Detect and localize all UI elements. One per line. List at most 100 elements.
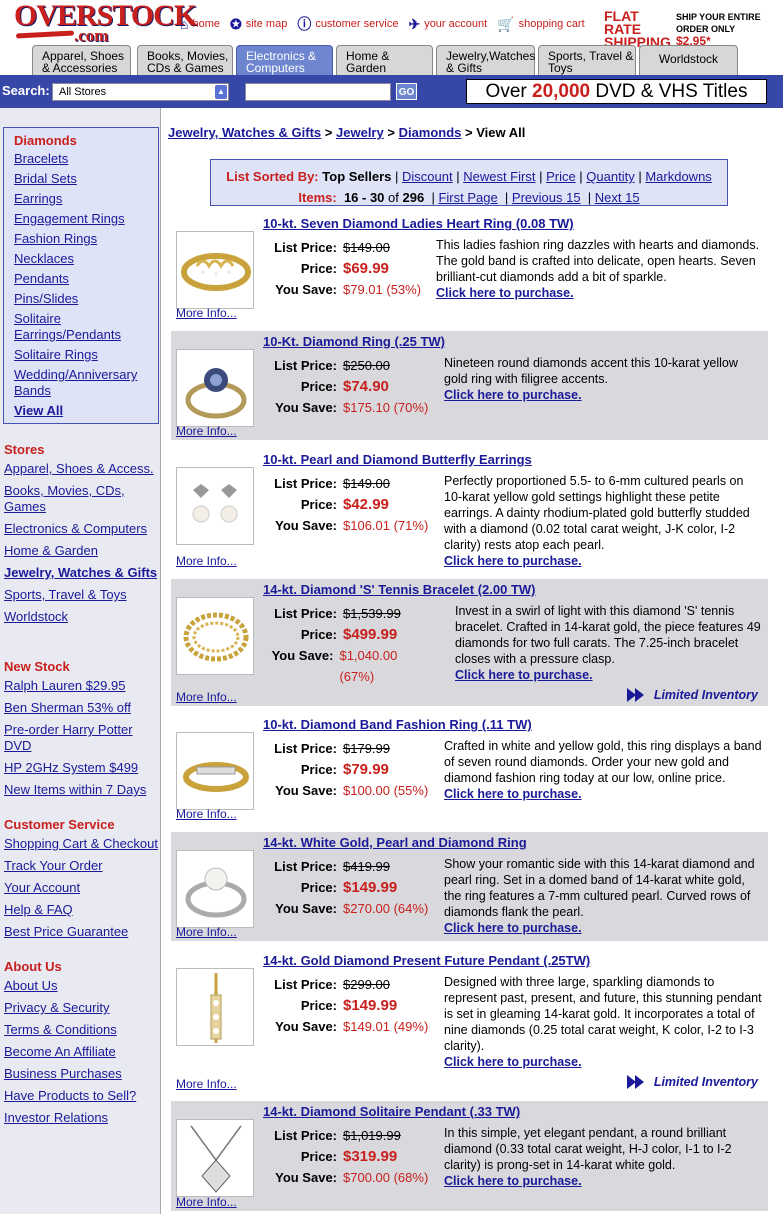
breadcrumb-link-jewelry[interactable]: Jewelry (336, 125, 384, 140)
purchase-link[interactable]: Click here to purchase. (455, 667, 763, 683)
purchase-link[interactable]: Click here to purchase. (444, 920, 762, 936)
breadcrumb-link-jewelry-watches-gifts[interactable]: Jewelry, Watches & Gifts (168, 125, 321, 140)
pearl-ring-image[interactable] (176, 850, 254, 928)
tab-home-garden[interactable]: Home & Garden (336, 45, 433, 75)
view-all-link[interactable]: View All (14, 403, 158, 419)
sidebar-link-investor-relations[interactable]: Investor Relations (4, 1110, 158, 1126)
category-link-earrings[interactable]: Earrings (14, 191, 158, 207)
sort-option-price[interactable]: Price (546, 169, 576, 184)
more-info-link[interactable]: More Info... (176, 554, 237, 568)
price-label: Price: (300, 998, 337, 1013)
product-title[interactable]: 10-kt. Diamond Band Fashion Ring (.11 TW… (263, 717, 532, 732)
sidebar-link-business-purchases[interactable]: Business Purchases (4, 1066, 158, 1082)
dvd-promo-banner[interactable]: Over 20,000 DVD & VHS Titles (466, 79, 767, 104)
sort-option-discount[interactable]: Discount (402, 169, 453, 184)
sidebar-link-home-garden[interactable]: Home & Garden (4, 543, 158, 559)
purchase-link[interactable]: Click here to purchase. (444, 1173, 762, 1189)
top-link-customer-service[interactable]: ⓘ customer service (297, 14, 398, 34)
more-info-link[interactable]: More Info... (176, 424, 237, 438)
category-link-solitaire-rings[interactable]: Solitaire Rings (14, 347, 158, 363)
more-info-link[interactable]: More Info... (176, 1077, 237, 1091)
sidebar-link-books-movies-cds-games[interactable]: Books, Movies, CDs, Games (4, 483, 158, 515)
savings-value: $1,040.00 (67%) (339, 648, 398, 684)
more-info-link[interactable]: More Info... (176, 306, 237, 320)
sidebar-link-best-price-guarantee[interactable]: Best Price Guarantee (4, 924, 158, 940)
sidebar-link-apparel-shoes-access[interactable]: Apparel, Shoes & Access. (4, 461, 158, 477)
category-link-wedding-anniversary-bands[interactable]: Wedding/Anniversary Bands (14, 367, 158, 399)
category-link-fashion-rings[interactable]: Fashion Rings (14, 231, 158, 247)
pendant-image[interactable] (176, 968, 254, 1046)
limited-inventory-badge[interactable]: Limited Inventory (626, 688, 758, 702)
top-link-your-account[interactable]: ✈ your account (408, 14, 487, 34)
solitaire-pendant-image[interactable] (176, 1119, 254, 1197)
sidebar-link-new-items-within-7-days[interactable]: New Items within 7 Days (4, 782, 158, 798)
tab-electronics-computers[interactable]: Electronics & Computers (236, 45, 333, 75)
more-info-link[interactable]: More Info... (176, 690, 237, 704)
overstock-logo[interactable]: OVERSTOCK .com (14, 1, 197, 46)
previous-page-link[interactable]: Previous 15 (512, 190, 581, 205)
sort-option-quantity[interactable]: Quantity (586, 169, 634, 184)
tennis-bracelet-image[interactable] (176, 597, 254, 675)
purchase-link[interactable]: Click here to purchase. (444, 786, 762, 802)
next-page-link[interactable]: Next 15 (595, 190, 640, 205)
sidebar-link-hp-2ghz-system-499[interactable]: HP 2GHz System $499 (4, 760, 158, 776)
diamond-ring-image[interactable] (176, 349, 254, 427)
sidebar-link-worldstock[interactable]: Worldstock (4, 609, 158, 625)
category-link-bridal-sets[interactable]: Bridal Sets (14, 171, 158, 187)
tab-jewelry-watches-gifts[interactable]: Jewelry,Watches & Gifts (436, 45, 535, 75)
breadcrumb-link-diamonds[interactable]: Diamonds (399, 125, 462, 140)
product-title[interactable]: 14-kt. Gold Diamond Present Future Penda… (263, 953, 590, 968)
category-link-bracelets[interactable]: Bracelets (14, 151, 158, 167)
category-link-solitaire-earrings-pendants[interactable]: Solitaire Earrings/Pendants (14, 311, 158, 343)
category-link-pendants[interactable]: Pendants (14, 271, 158, 287)
sidebar-link-have-products-to-sell[interactable]: Have Products to Sell? (4, 1088, 158, 1104)
more-info-link[interactable]: More Info... (176, 925, 237, 939)
purchase-link[interactable]: Click here to purchase. (444, 1054, 762, 1070)
sidebar-link-pre-order-harry-potter-dvd[interactable]: Pre-order Harry Potter DVD (4, 722, 158, 754)
sidebar-link-about-us[interactable]: About Us (4, 978, 158, 994)
sidebar-link-help-faq[interactable]: Help & FAQ (4, 902, 158, 918)
tab-books-movies-cds-games[interactable]: Books, Movies, CDs & Games (137, 45, 233, 75)
product-title[interactable]: 14-kt. Diamond 'S' Tennis Bracelet (2.00… (263, 582, 536, 597)
sort-option-newest-first[interactable]: Newest First (463, 169, 535, 184)
purchase-link[interactable]: Click here to purchase. (444, 387, 762, 403)
sidebar-link-terms-conditions[interactable]: Terms & Conditions (4, 1022, 158, 1038)
product-title[interactable]: 14-kt. White Gold, Pearl and Diamond Rin… (263, 835, 527, 850)
heart-ring-image[interactable] (176, 231, 254, 309)
sidebar-link-jewelry-watches-gifts[interactable]: Jewelry, Watches & Gifts (4, 565, 158, 581)
sidebar-link-privacy-security[interactable]: Privacy & Security (4, 1000, 158, 1016)
product-title[interactable]: 10-kt. Pearl and Diamond Butterfly Earri… (263, 452, 532, 467)
product-title[interactable]: 14-kt. Diamond Solitaire Pendant (.33 TW… (263, 1104, 520, 1119)
sidebar-link-shopping-cart-checkout[interactable]: Shopping Cart & Checkout (4, 836, 158, 852)
more-info-link[interactable]: More Info... (176, 807, 237, 821)
category-link-engagement-rings[interactable]: Engagement Rings (14, 211, 158, 227)
butterfly-earrings-image[interactable] (176, 467, 254, 545)
purchase-link[interactable]: Click here to purchase. (436, 285, 766, 301)
top-link-site-map[interactable]: ✪ site map (230, 14, 287, 34)
sidebar-link-ralph-lauren-29-95[interactable]: Ralph Lauren $29.95 (4, 678, 158, 694)
first-page-link[interactable]: First Page (438, 190, 497, 205)
tab-worldstock[interactable]: Worldstock (639, 45, 738, 75)
go-button[interactable]: GO (396, 83, 417, 100)
sidebar-link-become-an-affiliate[interactable]: Become An Affiliate (4, 1044, 158, 1060)
category-link-pins-slides[interactable]: Pins/Slides (14, 291, 158, 307)
sidebar-link-your-account[interactable]: Your Account (4, 880, 158, 896)
purchase-link[interactable]: Click here to purchase. (444, 553, 762, 569)
product-title[interactable]: 10-kt. Seven Diamond Ladies Heart Ring (… (263, 216, 574, 231)
top-link-shopping-cart[interactable]: 🛒 shopping cart (497, 14, 584, 34)
search-input[interactable] (245, 83, 391, 101)
category-link-necklaces[interactable]: Necklaces (14, 251, 158, 267)
more-info-link[interactable]: More Info... (176, 1195, 237, 1209)
product-title[interactable]: 10-Kt. Diamond Ring (.25 TW) (263, 334, 445, 349)
sidebar-link-electronics-computers[interactable]: Electronics & Computers (4, 521, 158, 537)
limited-inventory-badge[interactable]: Limited Inventory (626, 1075, 758, 1089)
tab-sports-travel-toys[interactable]: Sports, Travel & Toys (538, 45, 636, 75)
band-ring-image[interactable] (176, 732, 254, 810)
sidebar-link-track-your-order[interactable]: Track Your Order (4, 858, 158, 874)
sidebar-link-sports-travel-toys[interactable]: Sports, Travel & Toys (4, 587, 158, 603)
tab-apparel-shoes-accessories[interactable]: Apparel, Shoes & Accessories (32, 45, 131, 75)
top-link-home[interactable]: ⌂ home (180, 14, 220, 34)
sidebar-link-ben-sherman-53-off[interactable]: Ben Sherman 53% off (4, 700, 158, 716)
search-scope-select[interactable]: All Stores ▲ (52, 83, 229, 101)
sort-option-markdowns[interactable]: Markdowns (645, 169, 711, 184)
